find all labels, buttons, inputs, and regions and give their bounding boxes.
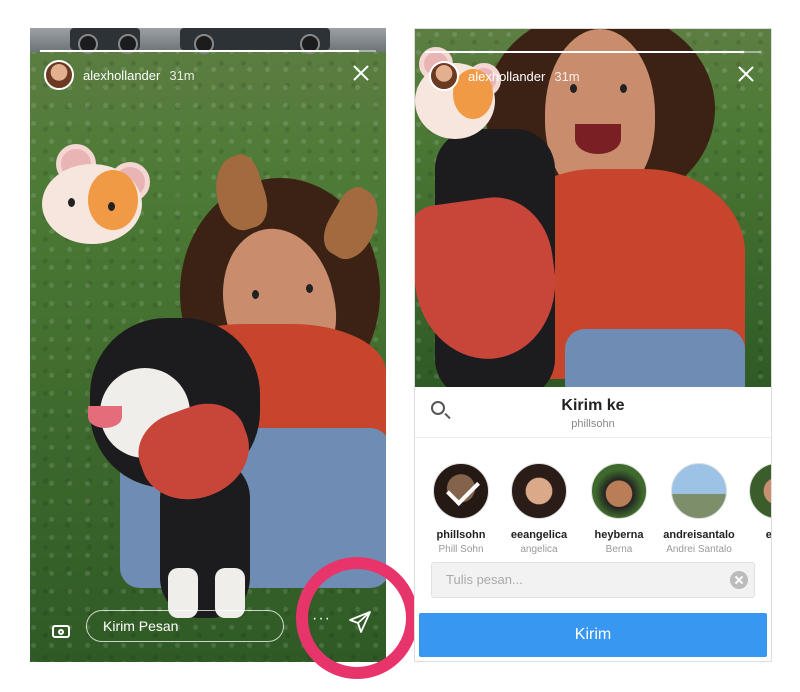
story-username[interactable]: alexhollander — [468, 69, 545, 84]
recipient-username: eeangelica — [510, 529, 568, 541]
story-timestamp: 31m — [169, 67, 195, 83]
close-icon[interactable] — [737, 65, 755, 83]
camera-icon[interactable] — [52, 625, 70, 638]
story-username[interactable]: alexhollander — [83, 68, 160, 83]
clear-icon[interactable] — [730, 571, 748, 589]
story-header: alexhollander 31m — [429, 61, 580, 91]
recipient-item[interactable]: phillsohn Phill Sohn — [421, 463, 501, 555]
recipient-fullname: Berna — [605, 544, 633, 555]
recipient-username: andreisantalo — [663, 529, 735, 541]
sheet-title: Kirim ke — [561, 397, 625, 414]
recipient-fullname: angelica — [520, 544, 558, 555]
recipient-list: phillsohn Phill Sohn eeangelica angelica… — [415, 463, 771, 558]
story-timestamp: 31m — [554, 68, 580, 84]
story-photo: alexhollander 31m — [415, 29, 771, 387]
recipient-item[interactable]: heyberna Berna — [579, 463, 659, 555]
message-input[interactable]: Kirim Pesan — [86, 610, 284, 642]
recipient-fullname: En — [737, 544, 772, 555]
share-sheet: Kirim ke phillsohn phillsohn Phill Sohn … — [415, 387, 771, 661]
message-placeholder: Kirim Pesan — [103, 618, 179, 634]
message-placeholder: Tulis pesan... — [446, 572, 523, 587]
recipient-username: heyberna — [594, 529, 644, 541]
avatar[interactable] — [44, 60, 74, 90]
recipient-item[interactable]: emn En — [737, 463, 771, 555]
message-input[interactable]: Tulis pesan... — [431, 562, 755, 598]
story-progress-bar — [40, 50, 376, 52]
highlight-circle — [296, 557, 418, 679]
avatar — [511, 463, 567, 519]
recipient-username: phillsohn — [436, 529, 486, 541]
sheet-subtitle: phillsohn — [571, 418, 615, 430]
avatar — [591, 463, 647, 519]
story-progress-bar — [425, 51, 761, 53]
story-header: alexhollander 31m — [44, 60, 195, 90]
avatar — [671, 463, 727, 519]
recipient-item[interactable]: andreisantalo Andrei Santalo — [659, 463, 739, 555]
close-icon[interactable] — [352, 64, 370, 82]
divider — [415, 437, 771, 438]
recipient-fullname: Andrei Santalo — [666, 544, 732, 555]
avatar — [749, 463, 771, 519]
recipient-fullname: Phill Sohn — [438, 544, 484, 555]
recipient-item[interactable]: eeangelica angelica — [499, 463, 579, 555]
avatar[interactable] — [429, 61, 459, 91]
recipient-username: emn — [737, 529, 771, 541]
avatar — [433, 463, 489, 519]
send-button[interactable]: Kirim — [419, 613, 767, 657]
story-viewer-right: alexhollander 31m Kirim ke phillsohn phi… — [414, 28, 772, 662]
